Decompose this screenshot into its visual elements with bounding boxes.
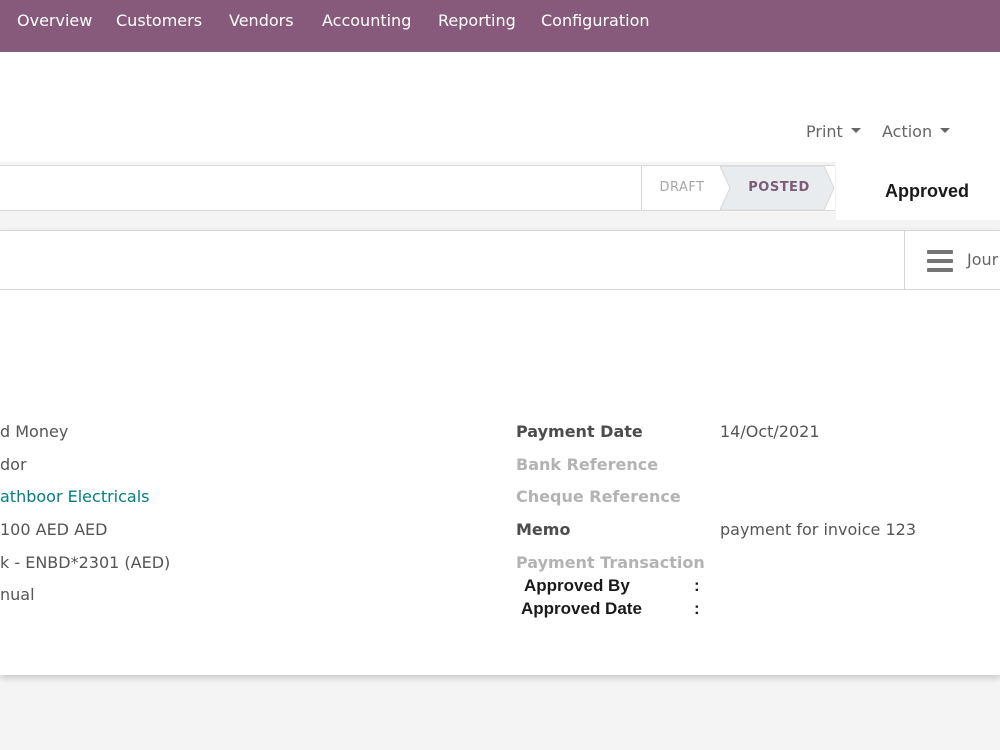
statusbar-area — [0, 162, 1000, 230]
caret-down-icon — [850, 128, 861, 133]
payment-method-value: nual — [0, 585, 35, 604]
nav-configuration[interactable]: Configuration — [541, 0, 650, 42]
amount-value: 100 AED AED — [0, 520, 108, 539]
action-dropdown-button[interactable]: Action — [882, 120, 951, 144]
print-label: Print — [806, 122, 843, 141]
payment-date-value: 14/Oct/2021 — [720, 422, 820, 441]
top-navbar: Overview Customers Vendors Accounting Re… — [0, 0, 1000, 52]
payment-date-label: Payment Date — [516, 422, 643, 441]
payment-type-value: d Money — [0, 422, 69, 441]
partner-type-value: dor — [0, 455, 27, 474]
form-sheet: Jour d Money dor athboor Electricals 100… — [0, 230, 1000, 675]
partner-link[interactable]: athboor Electricals — [0, 486, 150, 508]
cheque-reference-label: Cheque Reference — [516, 487, 681, 506]
bars-icon — [927, 250, 953, 274]
bank-reference-label: Bank Reference — [516, 455, 659, 474]
payment-transaction-label: Payment Transaction — [516, 553, 705, 572]
smart-button-box: Jour — [0, 230, 1000, 290]
caret-down-icon — [940, 128, 951, 133]
journal-items-button[interactable]: Jour — [904, 231, 1000, 289]
nav-vendors[interactable]: Vendors — [229, 0, 294, 42]
journal-items-label: Jour — [967, 250, 999, 269]
approved-by-label: Approved By — [524, 576, 630, 595]
statusbar-divider — [641, 166, 642, 210]
action-label: Action — [882, 122, 933, 141]
stage-draft[interactable]: DRAFT — [643, 166, 721, 210]
print-dropdown-button[interactable]: Print — [806, 120, 861, 144]
nav-accounting[interactable]: Accounting — [322, 0, 411, 42]
nav-reporting[interactable]: Reporting — [438, 0, 516, 42]
nav-customers[interactable]: Customers — [116, 0, 202, 42]
stage-posted[interactable]: POSTED — [728, 166, 830, 210]
approved-date-label: Approved Date — [521, 599, 642, 618]
approved-status-label: Approved — [885, 181, 970, 201]
memo-label: Memo — [516, 520, 571, 539]
memo-value: payment for invoice 123 — [720, 520, 916, 539]
approved-by-colon: : — [694, 576, 700, 595]
statusbar-buttons-area — [0, 165, 590, 211]
control-panel: Print Action — [0, 52, 1000, 162]
approved-date-colon: : — [694, 599, 700, 618]
journal-value: k - ENBD*2301 (AED) — [0, 553, 171, 572]
nav-overview[interactable]: Overview — [17, 0, 92, 42]
